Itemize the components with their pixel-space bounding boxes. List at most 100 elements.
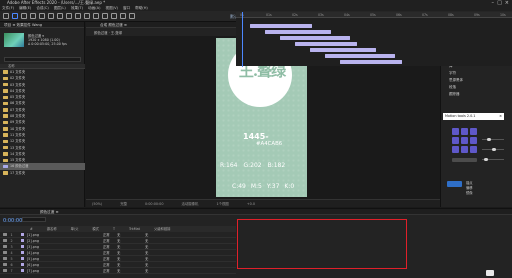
exposure-value[interactable]: +0.0 (247, 200, 255, 207)
rectangle-tool-icon[interactable] (66, 13, 72, 19)
pen-tool-icon[interactable] (75, 13, 81, 19)
close-icon[interactable]: × (499, 113, 502, 120)
puppet-tool-icon[interactable] (129, 13, 135, 19)
folder-icon (3, 145, 8, 150)
tool-mirror[interactable]: 镜像 (466, 191, 506, 196)
anchor-top-left-button[interactable] (452, 128, 459, 135)
motion-tools-title: Motion tools 2.0.1 (445, 114, 476, 118)
window-title: Adobe After Effects 2020 - /Users/.../王.… (7, 0, 106, 5)
comp-breadcrumb[interactable]: 颜色过渡 · 王.聱绿 (94, 30, 122, 35)
visibility-eye-icon[interactable] (3, 257, 7, 260)
label-color-swatch[interactable] (20, 238, 24, 243)
anchor-top-button[interactable] (461, 128, 468, 135)
folder-icon (3, 158, 8, 163)
layer-trkmat[interactable]: 无 (117, 268, 145, 274)
project-item-list: 01 文件夹 02 文件夹 03 文件夹 04 文件夹 05 文件夹 06 文件夹 07 文… (0, 69, 85, 176)
motion-option-button[interactable] (452, 158, 477, 162)
cmyk-y: Y:37 (266, 183, 280, 190)
folder-icon (3, 114, 8, 118)
rgb-b: B:182 (267, 162, 286, 169)
brush-tool-icon[interactable] (93, 13, 99, 19)
timeline-tracks[interactable] (236, 12, 512, 67)
camera-tool-icon[interactable] (48, 13, 54, 19)
label-color-swatch[interactable] (20, 232, 24, 237)
hand-tool-icon[interactable] (21, 13, 27, 19)
zoom-tool-icon[interactable] (30, 13, 36, 19)
layer-duration-bar[interactable] (280, 36, 350, 40)
visibility-eye-icon[interactable] (3, 251, 7, 254)
motion-slider-knob[interactable] (487, 137, 491, 141)
pan-behind-tool-icon[interactable] (57, 13, 63, 19)
motion-slider-knob[interactable] (484, 157, 488, 161)
project-item[interactable]: 17 文件夹 (0, 170, 85, 176)
layer-number: 7 (10, 268, 13, 273)
views-dropdown[interactable]: 1个视图 (216, 200, 228, 207)
folder-icon (3, 101, 8, 106)
visibility-eye-icon[interactable] (3, 263, 7, 266)
character-font[interactable]: 思源黑体 (441, 77, 512, 84)
folder-icon (3, 108, 8, 112)
selection-tool-icon[interactable] (12, 13, 18, 19)
label-color-swatch[interactable] (20, 250, 24, 255)
project-search-input[interactable] (4, 57, 81, 62)
layer-duration-bar[interactable] (295, 42, 357, 46)
layer-duration-bar[interactable] (250, 24, 312, 28)
roto-brush-icon[interactable] (120, 13, 126, 19)
visibility-eye-icon[interactable] (3, 233, 7, 236)
folder-icon (3, 89, 8, 93)
text-tool-icon[interactable] (84, 13, 90, 19)
folder-icon (3, 70, 8, 74)
project-panel: 项目 ≡ 效果控件 Wang 颜色过渡 ▾ 1920 x 1080 (1.00)… (0, 22, 85, 229)
layer-duration-bar[interactable] (325, 54, 395, 58)
timeline-tab-bar: 颜色过渡 ≡ (0, 209, 512, 215)
visibility-eye-icon[interactable] (3, 239, 7, 242)
clone-tool-icon[interactable] (102, 13, 108, 19)
viewer-controls: (50%) 完整 0:00:00:00 活动摄像机 1个视图 +0.0 (86, 199, 440, 207)
layer-name[interactable]: [7].png (27, 268, 73, 274)
motion-slider-knob[interactable] (492, 147, 496, 151)
anchor-bottom-left-button[interactable] (452, 146, 459, 153)
project-tab[interactable]: 项目 ≡ 效果控件 Wang (0, 22, 84, 28)
timeline-search-input[interactable] (22, 217, 46, 222)
current-time[interactable]: 0:00:00:00 (145, 200, 164, 207)
playhead[interactable] (242, 12, 243, 67)
rotate-tool-icon[interactable] (39, 13, 45, 19)
eraser-tool-icon[interactable] (111, 13, 117, 19)
layer-duration-bar[interactable] (265, 30, 331, 34)
anchor-right-button[interactable] (470, 137, 477, 144)
layer-mode[interactable]: 正常 (103, 268, 117, 274)
timeline-tab[interactable]: 颜色过渡 ≡ (0, 210, 59, 214)
panel-character[interactable]: 字符 (441, 70, 512, 77)
visibility-eye-icon[interactable] (3, 269, 7, 272)
motion-tools-header[interactable]: Motion tools 2.0.1 × (443, 113, 504, 120)
anchor-left-button[interactable] (452, 137, 459, 144)
label-color-swatch[interactable] (20, 268, 24, 273)
resolution-dropdown[interactable]: 完整 (120, 200, 127, 207)
cmyk-c: C:49 (232, 183, 246, 190)
label-color-swatch[interactable] (20, 256, 24, 261)
motion-tool-list: 锚点 偏移 镜像 (466, 181, 506, 196)
layer-parent[interactable]: 无 (145, 268, 148, 274)
layer-duration-bar[interactable] (310, 48, 376, 52)
anchor-top-right-button[interactable] (470, 128, 477, 135)
label-color-swatch[interactable] (20, 262, 24, 267)
motion-slider-track[interactable] (482, 139, 504, 140)
ime-indicator-icon (486, 270, 494, 276)
motion-apply-button[interactable] (447, 181, 462, 187)
cmyk-m: M:5 (250, 183, 262, 190)
folder-icon (3, 127, 8, 131)
anchor-bottom-button[interactable] (461, 146, 468, 153)
panel-paragraph[interactable]: 段落 (441, 84, 512, 91)
layer-duration-bar[interactable] (340, 60, 402, 64)
cmyk-values: C:49 M:5 Y:37 K:0 (232, 183, 316, 190)
home-icon[interactable] (3, 13, 9, 19)
panel-tracker[interactable]: 跟踪器 (441, 91, 512, 98)
zoom-level-dropdown[interactable]: (50%) (92, 200, 102, 207)
anchor-center-button[interactable] (461, 137, 468, 144)
label-color-swatch[interactable] (20, 244, 24, 249)
anchor-bottom-right-button[interactable] (470, 146, 477, 153)
visibility-eye-icon[interactable] (3, 245, 7, 248)
rgb-g: G:202 (243, 162, 262, 169)
layer-row[interactable]: 7 [7].png 正常无无 (0, 268, 236, 274)
camera-dropdown[interactable]: 活动摄像机 (182, 200, 199, 207)
